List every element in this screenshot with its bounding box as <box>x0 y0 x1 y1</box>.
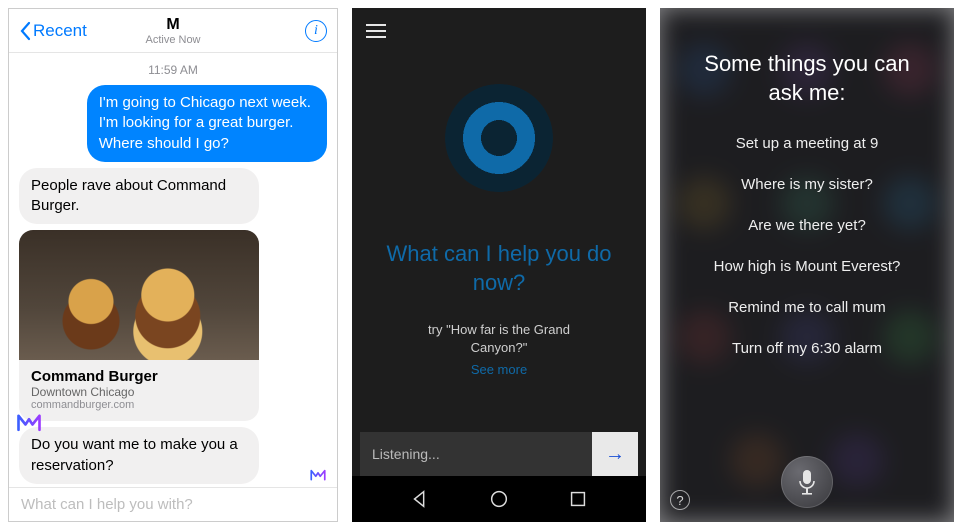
siri-heading: Some things you can ask me: <box>660 50 954 107</box>
card-subtitle: Downtown Chicago <box>31 385 247 399</box>
chevron-left-icon <box>19 21 31 41</box>
see-more-link[interactable]: See more <box>471 362 527 377</box>
back-button[interactable]: Recent <box>19 21 87 41</box>
cortana-prompt: What can I help you do now? <box>352 240 646 297</box>
messenger-panel: Recent M Active Now i 11:59 AM I'm going… <box>8 8 338 522</box>
messenger-body: 11:59 AM I'm going to Chicago next week.… <box>9 53 337 487</box>
nav-back-icon[interactable] <box>409 488 431 510</box>
m-read-receipt-icon <box>309 465 327 483</box>
message-received[interactable]: Do you want me to make you a reservation… <box>19 427 259 484</box>
siri-suggestion[interactable]: Remind me to call mum <box>660 299 954 316</box>
message-received[interactable]: People rave about Command Burger. <box>19 168 259 225</box>
m-assistant-avatar <box>15 407 43 435</box>
card-link: commandburger.com <box>31 399 247 411</box>
cortana-ring-icon[interactable] <box>445 84 553 192</box>
nav-recent-icon[interactable] <box>567 488 589 510</box>
back-label: Recent <box>33 21 87 41</box>
siri-content: Some things you can ask me: Set up a mee… <box>660 50 954 381</box>
info-button[interactable]: i <box>305 20 327 42</box>
place-card[interactable]: Command Burger Downtown Chicago commandb… <box>19 230 259 421</box>
message-input[interactable]: What can I help you with? <box>9 487 337 521</box>
siri-suggestion[interactable]: How high is Mount Everest? <box>660 258 954 275</box>
messenger-header: Recent M Active Now i <box>9 9 337 53</box>
siri-suggestion[interactable]: Set up a meeting at 9 <box>660 135 954 152</box>
microphone-icon <box>797 469 817 495</box>
listening-status[interactable]: Listening... <box>360 446 592 462</box>
nav-home-icon[interactable] <box>488 488 510 510</box>
cortana-input-row: Listening... → <box>360 432 638 476</box>
card-meta: Command Burger Downtown Chicago commandb… <box>19 360 259 421</box>
siri-suggestion[interactable]: Where is my sister? <box>660 176 954 193</box>
message-sent[interactable]: I'm going to Chicago next week. I'm look… <box>87 85 327 162</box>
siri-suggestion[interactable]: Turn off my 6:30 alarm <box>660 340 954 357</box>
cortana-try-text: try "How far is the Grand Canyon?" <box>352 321 646 357</box>
hamburger-icon[interactable] <box>366 24 386 38</box>
send-button[interactable]: → <box>592 432 638 476</box>
card-title: Command Burger <box>31 368 247 385</box>
burger-image <box>19 230 259 360</box>
cortana-topbar <box>352 8 646 54</box>
siri-mic-button[interactable] <box>781 456 833 508</box>
siri-suggestion[interactable]: Are we there yet? <box>660 217 954 234</box>
android-nav-bar <box>352 476 646 522</box>
cortana-center: What can I help you do now? try "How far… <box>352 54 646 432</box>
cortana-panel: What can I help you do now? try "How far… <box>352 8 646 522</box>
timestamp: 11:59 AM <box>19 63 327 77</box>
siri-panel: Some things you can ask me: Set up a mee… <box>660 8 954 522</box>
